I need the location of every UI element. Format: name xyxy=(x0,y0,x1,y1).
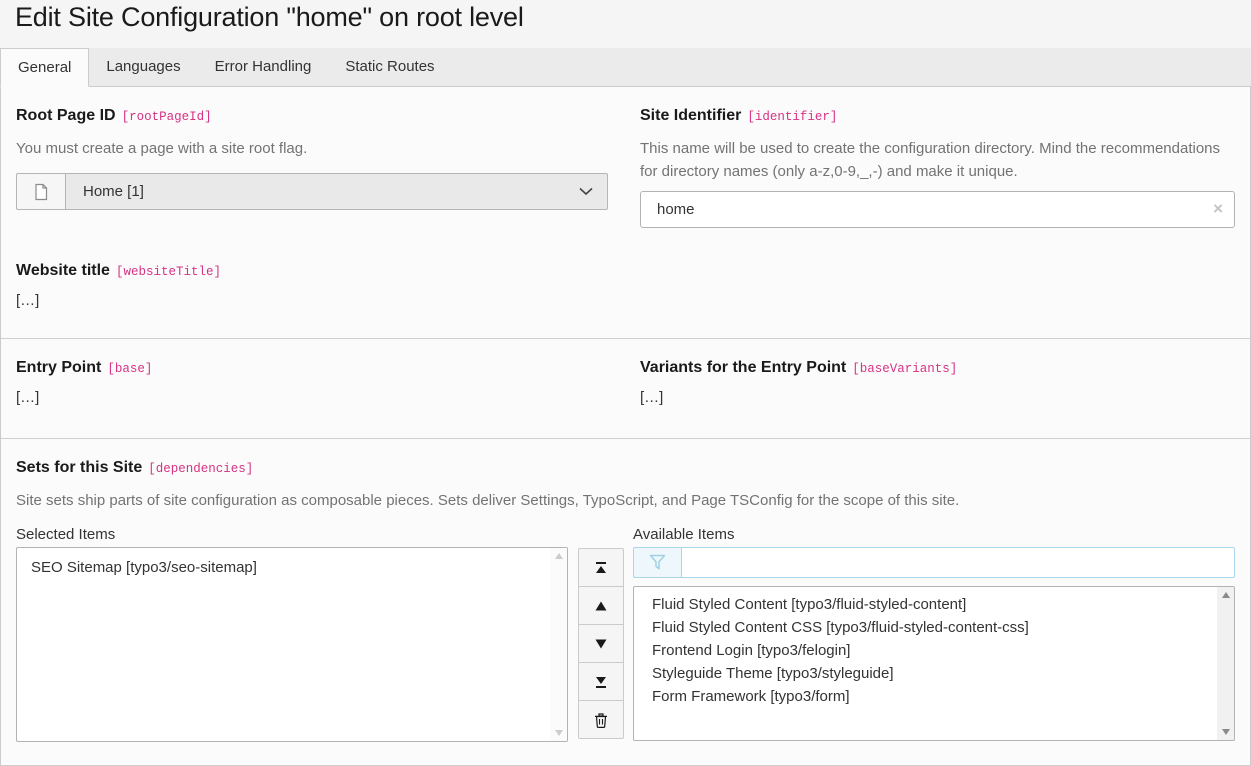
list-action-buttons xyxy=(578,526,624,739)
website-title-code: [websiteTitle] xyxy=(116,265,221,279)
root-page-id-select-value[interactable]: Home [1] xyxy=(65,173,608,210)
root-page-id-select[interactable]: Home [1] xyxy=(16,173,608,210)
available-items-filter xyxy=(633,547,1235,578)
scroll-down-icon[interactable] xyxy=(555,730,563,736)
sets-description: Site sets ship parts of site configurati… xyxy=(16,489,1235,512)
site-identifier-input-wrap: × xyxy=(640,191,1235,228)
section-root-and-identifier: Root Page ID [rootPageId] You must create… xyxy=(1,87,1250,338)
tab-general[interactable]: General xyxy=(0,48,89,87)
list-item[interactable]: Fluid Styled Content CSS [typo3/fluid-st… xyxy=(638,616,1230,639)
page-icon xyxy=(16,173,65,210)
website-title-label: Website title xyxy=(16,262,110,279)
site-identifier-code: [identifier] xyxy=(747,110,837,124)
available-items-label: Available Items xyxy=(633,526,1235,543)
scroll-up-icon[interactable] xyxy=(1222,592,1230,598)
filter-funnel-icon xyxy=(633,547,681,578)
move-down-button[interactable] xyxy=(578,624,624,663)
delete-button[interactable] xyxy=(578,700,624,739)
trash-icon xyxy=(594,712,608,728)
root-page-id-label: Root Page ID xyxy=(16,107,116,124)
variants-expand-toggle[interactable]: […] xyxy=(640,389,663,406)
tab-bar: General Languages Error Handling Static … xyxy=(0,48,1251,87)
scroll-down-icon[interactable] xyxy=(1222,729,1230,735)
variants-code: [baseVariants] xyxy=(852,362,957,376)
tab-error-handling[interactable]: Error Handling xyxy=(198,48,329,86)
scrollbar[interactable] xyxy=(1217,587,1234,740)
scrollbar[interactable] xyxy=(550,548,567,741)
move-to-bottom-icon xyxy=(594,675,608,689)
sets-label: Sets for this Site xyxy=(16,459,142,476)
variants-label: Variants for the Entry Point xyxy=(640,359,846,376)
entry-point-code: [base] xyxy=(107,362,152,376)
selected-items-label: Selected Items xyxy=(16,526,568,543)
list-item[interactable]: Styleguide Theme [typo3/styleguide] xyxy=(638,662,1230,685)
clear-input-icon[interactable]: × xyxy=(1213,199,1223,219)
sets-label-row: Sets for this Site [dependencies] xyxy=(16,459,1235,477)
tab-panel-general: Root Page ID [rootPageId] You must create… xyxy=(0,87,1251,766)
module-header: Edit Site Configuration "home" on root l… xyxy=(0,0,1251,48)
filter-input[interactable] xyxy=(681,547,1235,578)
site-configuration-module: Edit Site Configuration "home" on root l… xyxy=(0,0,1251,766)
move-up-button[interactable] xyxy=(578,586,624,625)
move-to-bottom-button[interactable] xyxy=(578,662,624,701)
section-entry-point: Entry Point [base] […] Variants for the E… xyxy=(1,338,1250,438)
chevron-down-icon xyxy=(579,187,593,196)
available-items-listbox[interactable]: Fluid Styled Content [typo3/fluid-styled… xyxy=(633,586,1235,741)
site-identifier-label: Site Identifier xyxy=(640,107,741,124)
move-to-top-icon xyxy=(594,561,608,575)
root-page-id-description: You must create a page with a site root … xyxy=(16,137,608,160)
entry-point-label: Entry Point xyxy=(16,359,101,376)
root-page-id-code: [rootPageId] xyxy=(122,110,212,124)
root-page-id-label-row: Root Page ID [rootPageId] xyxy=(16,107,608,125)
list-item[interactable]: Fluid Styled Content [typo3/fluid-styled… xyxy=(638,593,1230,616)
selected-items-listbox[interactable]: SEO Sitemap [typo3/seo-sitemap] xyxy=(16,547,568,742)
site-identifier-input[interactable] xyxy=(640,191,1235,228)
site-identifier-label-row: Site Identifier [identifier] xyxy=(640,107,1235,125)
website-title-field: Website title [websiteTitle] […] xyxy=(16,262,1235,310)
tab-static-routes[interactable]: Static Routes xyxy=(328,48,451,86)
section-sets: Sets for this Site [dependencies] Site se… xyxy=(1,438,1250,765)
tab-languages[interactable]: Languages xyxy=(89,48,197,86)
page-title: Edit Site Configuration "home" on root l… xyxy=(15,2,1236,33)
move-up-icon xyxy=(595,601,607,611)
entry-point-expand-toggle[interactable]: […] xyxy=(16,389,39,406)
move-to-top-button[interactable] xyxy=(578,548,624,587)
list-item[interactable]: Form Framework [typo3/form] xyxy=(638,685,1230,708)
list-item[interactable]: Frontend Login [typo3/felogin] xyxy=(638,639,1230,662)
move-down-icon xyxy=(595,639,607,649)
sets-code: [dependencies] xyxy=(148,462,253,476)
website-title-expand-toggle[interactable]: […] xyxy=(16,292,39,309)
scroll-up-icon[interactable] xyxy=(555,553,563,559)
list-item[interactable]: SEO Sitemap [typo3/seo-sitemap] xyxy=(17,548,567,579)
site-identifier-description: This name will be used to create the con… xyxy=(640,137,1235,183)
